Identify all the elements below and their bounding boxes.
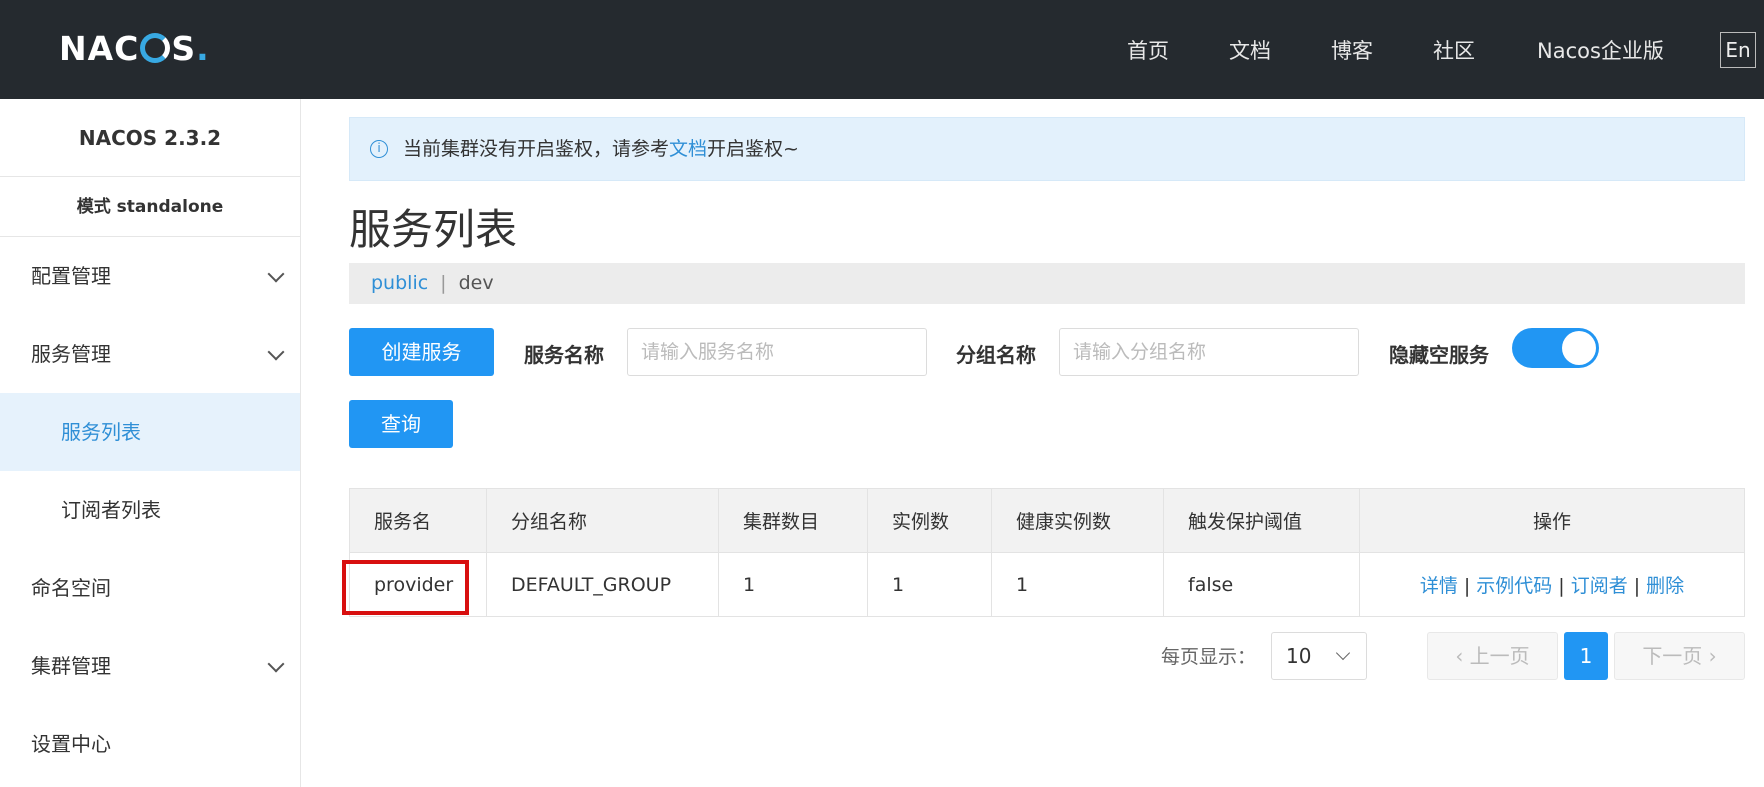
sidebar-item-settings[interactable]: 设置中心 (0, 705, 300, 783)
subscribers-link[interactable]: 订阅者 (1571, 575, 1628, 597)
service-table: 服务名 分组名称 集群数目 实例数 健康实例数 触发保护阈值 操作 provid… (349, 488, 1745, 617)
language-switch-button[interactable]: En (1720, 32, 1756, 68)
page-size-value: 10 (1286, 644, 1312, 668)
page-size-label: 每页显示： (1161, 646, 1257, 668)
notice-text: 当前集群没有开启鉴权，请参考 (403, 138, 670, 160)
nav-docs[interactable]: 文档 (1229, 35, 1271, 65)
namespace-public[interactable]: public (371, 272, 428, 294)
chevron-down-icon (267, 265, 285, 283)
service-name-label: 服务名称 (524, 343, 604, 367)
hide-empty-label: 隐藏空服务 (1389, 343, 1489, 367)
docs-link[interactable]: 文档 (669, 138, 707, 160)
sidebar-item-subscriber-list[interactable]: 订阅者列表 (0, 471, 300, 549)
query-button[interactable]: 查询 (349, 400, 453, 448)
sidebar-item-label: 集群管理 (31, 654, 111, 678)
nav-community[interactable]: 社区 (1433, 35, 1475, 65)
sidebar-item-label: 服务管理 (31, 342, 111, 366)
cell-threshold: false (1163, 552, 1360, 617)
service-name-input[interactable]: 请输入服务名称 (627, 328, 927, 376)
cell-instances: 1 (867, 552, 992, 617)
nav-enterprise[interactable]: Nacos企业版 (1537, 35, 1664, 65)
sidebar-item-config-management[interactable]: 配置管理 (0, 237, 300, 315)
cell-operations: 详情 | 示例代码 | 订阅者 | 删除 (1359, 552, 1745, 617)
sidebar-item-label: 服务列表 (61, 420, 141, 444)
chevron-right-icon: › (1708, 644, 1717, 668)
version-label: NACOS 2.3.2 (0, 99, 300, 177)
page-size-select[interactable]: 10 (1271, 632, 1367, 680)
col-group-name: 分组名称 (486, 488, 719, 553)
col-operations: 操作 (1359, 488, 1745, 553)
table-header-row: 服务名 分组名称 集群数目 实例数 健康实例数 触发保护阈值 操作 (349, 488, 1745, 553)
info-icon: i (370, 139, 388, 158)
table-row: provider DEFAULT_GROUP 1 1 1 false 详情 | 示例… (349, 552, 1745, 617)
prev-page-button[interactable]: ‹ 上一页 (1427, 632, 1558, 680)
nav-blog[interactable]: 博客 (1331, 35, 1373, 65)
chevron-down-icon (267, 343, 285, 361)
chevron-down-icon (1335, 645, 1351, 661)
highlight-box (342, 560, 469, 615)
sidebar-item-service-management[interactable]: 服务管理 (0, 315, 300, 393)
group-name-label: 分组名称 (956, 343, 1036, 367)
sidebar-item-label: 设置中心 (31, 732, 111, 756)
top-navbar: NACS. 首页 文档 博客 社区 Nacos企业版 En (0, 0, 1764, 99)
create-service-button[interactable]: 创建服务 (349, 328, 494, 376)
cell-healthy: 1 (991, 552, 1164, 617)
sample-code-link[interactable]: 示例代码 (1476, 575, 1552, 597)
sidebar-item-namespace[interactable]: 命名空间 (0, 549, 300, 627)
page-title: 服务列表 (349, 205, 518, 254)
col-instances: 实例数 (867, 488, 992, 553)
col-clusters: 集群数目 (718, 488, 868, 553)
group-name-input[interactable]: 请输入分组名称 (1059, 328, 1359, 376)
delete-link[interactable]: 删除 (1646, 575, 1684, 597)
sidebar-item-service-list[interactable]: 服务列表 (0, 393, 300, 471)
chevron-down-icon (267, 655, 285, 673)
col-threshold: 触发保护阈值 (1163, 488, 1360, 553)
cell-group: DEFAULT_GROUP (486, 552, 719, 617)
mode-label: 模式 standalone (0, 177, 300, 237)
sidebar-item-cluster-management[interactable]: 集群管理 (0, 627, 300, 705)
page-1-button[interactable]: 1 (1564, 632, 1608, 680)
sidebar-item-label: 命名空间 (31, 576, 111, 600)
col-healthy: 健康实例数 (991, 488, 1164, 553)
next-page-button[interactable]: 下一页 › (1614, 632, 1745, 680)
col-service-name: 服务名 (349, 488, 487, 553)
auth-notice-banner: i 当前集群没有开启鉴权，请参考文档开启鉴权~ (349, 117, 1745, 181)
namespace-bar: public | dev (349, 263, 1745, 304)
namespace-dev[interactable]: dev (459, 272, 494, 294)
namespace-separator: | (440, 272, 447, 294)
notice-text-tail: 开启鉴权~ (707, 138, 799, 160)
details-link[interactable]: 详情 (1420, 575, 1458, 597)
chevron-left-icon: ‹ (1455, 644, 1464, 668)
sidebar: NACOS 2.3.2 模式 standalone 配置管理 服务管理 服务列表… (0, 99, 301, 787)
nacos-logo[interactable]: NACS. (59, 28, 210, 68)
nav-home[interactable]: 首页 (1127, 35, 1169, 65)
hide-empty-toggle[interactable] (1512, 328, 1599, 368)
cell-clusters: 1 (718, 552, 868, 617)
sidebar-item-label: 配置管理 (31, 264, 111, 288)
sidebar-item-label: 订阅者列表 (61, 498, 161, 522)
